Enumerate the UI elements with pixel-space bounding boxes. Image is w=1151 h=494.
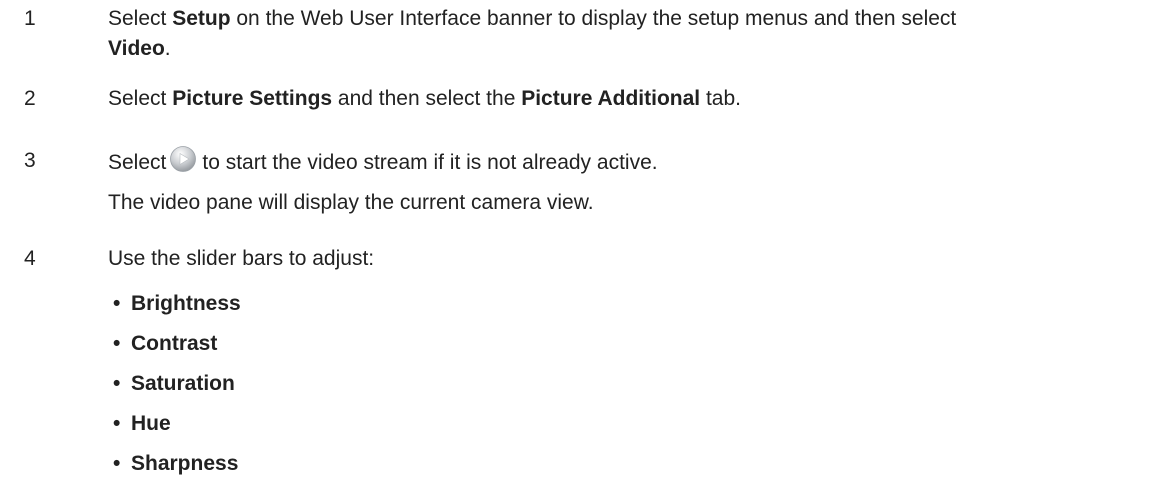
step-text: Select to start the video stream if it i… [108,146,1131,218]
bullet-item: • Contrast [113,329,217,359]
bullet-label: Hue [131,412,171,435]
bullet-dot: • [113,292,121,315]
ui-term-picture-additional: Picture Additional [521,87,701,110]
step-text: Use the slider bars to adjust: [108,247,375,270]
text-run: on the Web User Interface banner to disp… [230,7,957,30]
bullet-label: Brightness [131,292,241,315]
bullet-item: • Sharpness [113,449,238,479]
step-number: 3 [24,149,36,172]
bullet-label: Saturation [131,372,235,395]
bullet-label: Sharpness [131,452,239,475]
ui-term-picture-settings: Picture Settings [172,87,333,110]
bullet-dot: • [113,452,121,475]
bullet-dot: • [113,372,121,395]
step-number: 2 [24,87,36,110]
ui-term-video: Video [108,37,165,60]
ui-term-setup: Setup [172,7,231,30]
step-text: Select Picture Settings and then select … [108,84,1131,114]
text-run: Select [108,151,167,174]
step-number: 1 [24,7,36,30]
bullet-item: • Brightness [113,289,241,319]
text-run: Select [108,87,173,110]
play-button-icon [170,146,197,172]
bullet-dot: • [113,412,121,435]
text-run: and then select the [332,87,522,110]
bullet-label: Contrast [131,332,218,355]
text-run: . [164,37,171,60]
text-run: Select [108,7,173,30]
step-note: The video pane will display the current … [108,191,594,214]
text-run: tab. [700,87,741,110]
step-number: 4 [24,247,36,270]
text-run: to start the video stream if it is not a… [202,151,658,174]
bullet-dot: • [113,332,121,355]
bullet-item: • Saturation [113,369,235,399]
step-text: Select Setup on the Web User Interface b… [108,4,1131,64]
bullet-item: • Hue [113,409,171,439]
